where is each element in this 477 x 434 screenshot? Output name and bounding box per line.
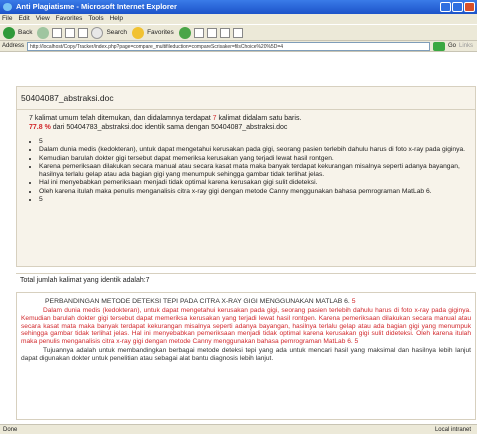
page-content: 50404087_abstraksi.doc 7 kalimat umum te… [0,52,477,424]
history-icon[interactable] [193,27,204,38]
stop-icon[interactable] [52,27,63,38]
maximize-button[interactable] [452,2,463,12]
list-item: Oleh karena itulah maka penulis menganal… [39,188,469,196]
window-titlebar: Anti Plagiatisme - Microsoft Internet Ex… [0,0,477,14]
window-controls [440,2,475,12]
summary-line-1-post: kalimat didalam satu baris. [216,115,302,122]
address-input[interactable]: http://localhost/Copy/Tracker/index.php?… [27,41,430,51]
forward-icon[interactable] [37,26,50,39]
home-icon[interactable] [78,27,89,38]
comparison-title-number: 5 [351,298,356,305]
menu-file[interactable]: File [2,14,12,24]
address-label: Address [2,42,25,49]
document-body: 7 kalimat umum telah ditemukan, dan dida… [17,110,475,204]
refresh-icon[interactable] [65,27,76,38]
links-label[interactable]: Links [459,41,473,52]
minimize-button[interactable] [440,2,451,12]
list-item: Kemudian barulah dokter gigi tersebut da… [39,155,469,163]
menu-tools[interactable]: Tools [88,14,103,24]
total-identical: Total jumlah kalimat yang identik adalah… [16,273,476,287]
menu-bar: File Edit View Favorites Tools Help [0,14,477,24]
print-icon[interactable] [219,27,230,38]
zone-text: Local intranet [434,427,471,433]
sentence-list: 5 Dalam dunia medis (kedokteran), untuk … [25,138,469,204]
list-item: Karena pemeriksaan dilakukan secara manu… [39,163,469,180]
unmatched-paragraph: Tujuannya adalah untuk membandingkan ber… [21,346,471,362]
list-item: 5 [39,196,469,204]
similarity-percent: 77.8 % [29,124,51,131]
go-label[interactable]: Go [448,41,456,52]
summary-line-2: 77.8 % dari 50404783_abstraksi.doc ident… [29,123,469,132]
matched-paragraph: Dalam dunia medis (kedokteran), untuk da… [21,307,471,346]
edit-icon[interactable] [232,27,243,38]
back-label[interactable]: Back [18,29,32,36]
comparison-title: PERBANDINGAN METODE DETEKSI TEPI PADA CI… [21,297,471,306]
window-title: Anti Plagiatisme - Microsoft Internet Ex… [16,2,177,11]
document-panel: 50404087_abstraksi.doc 7 kalimat umum te… [16,86,476,267]
ie-icon [3,3,12,11]
address-bar: Address http://localhost/Copy/Tracker/in… [0,41,477,52]
summary-line-2-text: dari 50404783_abstraksi.doc identik sama… [50,124,288,131]
toolbar: Back Search Favorites [0,24,477,41]
menu-help[interactable]: Help [110,14,123,24]
menu-edit[interactable]: Edit [18,14,29,24]
media-icon[interactable] [178,26,191,39]
menu-favorites[interactable]: Favorites [56,14,83,24]
back-icon[interactable] [3,26,15,39]
mail-icon[interactable] [206,27,217,38]
search-icon[interactable] [91,26,104,39]
comparison-panel: PERBANDINGAN METODE DETEKSI TEPI PADA CI… [16,292,476,420]
summary-line-1-pre: 7 kalimat umum telah ditemukan, dan dida… [29,115,213,122]
list-item: 5 [39,138,469,146]
menu-view[interactable]: View [36,14,50,24]
search-label[interactable]: Search [106,29,127,36]
favorites-label[interactable]: Favorites [147,29,174,36]
status-text: Done [3,427,18,433]
favorites-icon[interactable] [132,26,145,39]
comparison-title-text: PERBANDINGAN METODE DETEKSI TEPI PADA CI… [45,298,352,305]
document-filename: 50404087_abstraksi.doc [17,87,475,110]
status-bar: Done Local intranet [0,424,477,434]
summary-line-1: 7 kalimat umum telah ditemukan, dan dida… [29,114,469,123]
go-icon[interactable] [432,41,445,51]
list-item: Dalam dunia medis (kedokteran), untuk da… [39,146,469,154]
summary: 7 kalimat umum telah ditemukan, dan dida… [25,114,469,132]
list-item: Hal ini menyebabkan pemeriksaan menjadi … [39,179,469,187]
close-button[interactable] [464,2,475,12]
